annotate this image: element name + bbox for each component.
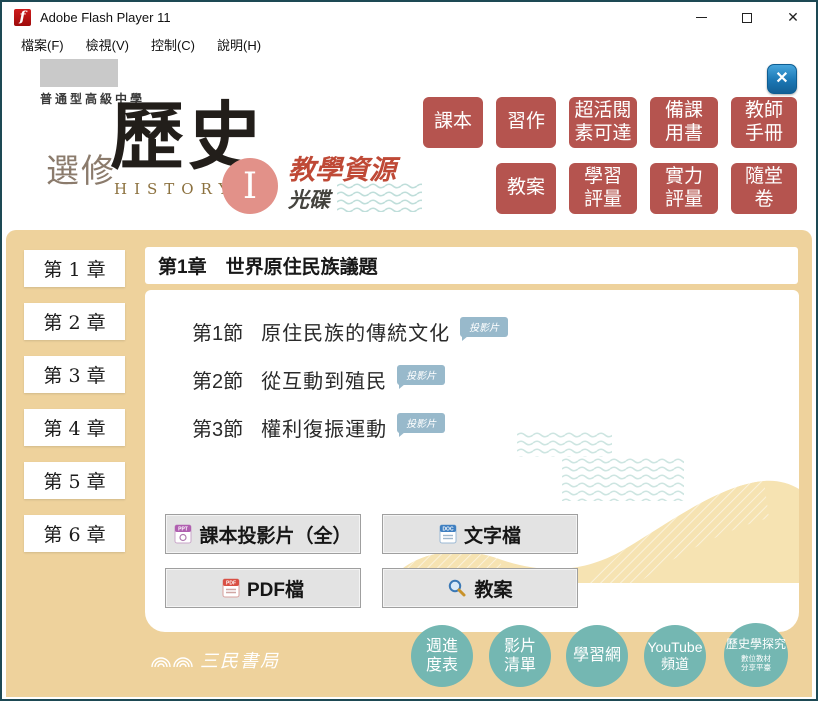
ppt-icon: PPT <box>174 524 192 544</box>
menubar: 檔案(F) 檢視(V) 控制(C) 說明(H) <box>2 33 816 56</box>
sidebar-chapter-3[interactable]: 第 3 章 <box>24 356 125 393</box>
maximize-button[interactable] <box>724 2 770 33</box>
video-list-button[interactable]: 影片 清單 <box>489 625 551 687</box>
volume-badge: I <box>222 158 278 214</box>
teacher-manual-button[interactable]: 教師 手冊 <box>731 97 797 148</box>
waves-decoration <box>337 182 422 212</box>
sidebar-chapter-4[interactable]: 第 4 章 <box>24 409 125 446</box>
section-row-1[interactable]: 第1節 原住民族的傳統文化 投影片 <box>192 316 508 346</box>
file-button-label: PDF檔 <box>247 575 304 602</box>
slides-badge[interactable]: 投影片 <box>397 365 445 385</box>
file-button-label: 課本投影片（全） <box>199 521 351 548</box>
workbook-button[interactable]: 習作 <box>496 97 556 148</box>
chapter-title: 第1章 世界原住民族議題 <box>158 252 378 279</box>
chapter-panel: 第1節 原住民族的傳統文化 投影片 第2節 從互動到殖民 投影片 第3節 權利復… <box>145 290 799 632</box>
menu-help[interactable]: 說明(H) <box>208 33 270 56</box>
flash-icon: f <box>14 9 31 26</box>
window-title: Adobe Flash Player 11 <box>40 10 171 25</box>
sidebar-chapter-2[interactable]: 第 2 章 <box>24 303 125 340</box>
learning-assessment-button[interactable]: 學習 評量 <box>569 163 637 214</box>
sidebar-chapter-1[interactable]: 第 1 章 <box>24 250 125 287</box>
subject-title-english: HISTORY <box>114 180 235 198</box>
section-number: 第1節 <box>192 317 243 346</box>
section-row-3[interactable]: 第3節 權利復振運動 投影片 <box>192 412 508 442</box>
flash-player-window: f Adobe Flash Player 11 ✕ 檔案(F) 檢視(V) 控制… <box>0 0 818 701</box>
quiz-sheet-button[interactable]: 隨堂 卷 <box>731 163 797 214</box>
content-area: 第 1 章 第 2 章 第 3 章 第 4 章 第 5 章 第 6 章 第1章 … <box>6 230 812 697</box>
section-title: 原住民族的傳統文化 <box>261 317 450 346</box>
close-window-button[interactable]: ✕ <box>770 2 816 33</box>
section-title: 權利復振運動 <box>261 413 387 442</box>
publisher-logo-placeholder <box>40 59 118 87</box>
minimize-button[interactable] <box>678 2 724 33</box>
chapter-title-bar: 第1章 世界原住民族議題 <box>145 247 798 284</box>
lesson-plan-button[interactable]: 教案 <box>496 163 556 214</box>
learning-site-button[interactable]: 學習網 <box>566 625 628 687</box>
resource-buttons-row2: 教案 學習 評量 實力 評量 隨堂 卷 <box>423 163 797 214</box>
textbook-button[interactable]: 課本 <box>423 97 483 148</box>
header: 普通型高級中學 選修 歷史 HISTORY I 教學資源 光碟 ✕ 課本 習作 … <box>2 56 816 230</box>
waves-decoration <box>517 431 612 457</box>
circle-subtitle: 數位教材 分享平臺 <box>741 654 771 673</box>
publisher-logo: 三民書局 <box>150 647 280 673</box>
disc-label: 光碟 <box>288 184 330 214</box>
slides-badge[interactable]: 投影片 <box>397 413 445 433</box>
publisher-name: 三民書局 <box>200 647 280 673</box>
window-controls: ✕ <box>678 2 816 33</box>
sidebar-chapter-6[interactable]: 第 6 章 <box>24 515 125 552</box>
textbook-slides-all-button[interactable]: PPT 課本投影片（全） <box>165 514 361 554</box>
youtube-channel-button[interactable]: YouTube 頻道 <box>644 625 706 687</box>
svg-text:PPT: PPT <box>179 527 189 533</box>
menu-view[interactable]: 檢視(V) <box>77 33 138 56</box>
svg-text:DOC: DOC <box>442 527 454 533</box>
search-icon <box>447 578 467 598</box>
section-title: 從互動到殖民 <box>261 365 387 394</box>
slides-badge[interactable]: 投影片 <box>460 317 508 337</box>
section-row-2[interactable]: 第2節 從互動到殖民 投影片 <box>192 364 508 394</box>
doc-icon: DOC <box>439 524 457 544</box>
sidebar-chapter-5[interactable]: 第 5 章 <box>24 462 125 499</box>
ability-assessment-button[interactable]: 實力 評量 <box>650 163 718 214</box>
weekly-schedule-button[interactable]: 週進 度表 <box>411 625 473 687</box>
menu-control[interactable]: 控制(C) <box>142 33 204 56</box>
svg-text:PDF: PDF <box>226 581 236 587</box>
circle-title: 歷史學探究 <box>726 637 786 651</box>
section-list: 第1節 原住民族的傳統文化 投影片 第2節 從互動到殖民 投影片 第3節 權利復… <box>192 316 508 460</box>
resource-buttons: 課本 習作 超活閱 素可達 備課 用書 教師 手冊 教案 學習 評量 實力 評量… <box>423 97 797 229</box>
resource-buttons-row1: 課本 習作 超活閱 素可達 備課 用書 教師 手冊 <box>423 97 797 148</box>
close-icon[interactable]: ✕ <box>767 64 797 94</box>
reading-access-button[interactable]: 超活閱 素可達 <box>569 97 637 148</box>
file-button-label: 文字檔 <box>464 521 521 548</box>
series-label: 選修 <box>46 144 116 192</box>
menu-file[interactable]: 檔案(F) <box>12 33 73 56</box>
sanmin-arcs-icon <box>150 652 194 668</box>
section-number: 第3節 <box>192 413 243 442</box>
history-inquiry-platform-button[interactable]: 歷史學探究 數位教材 分享平臺 <box>724 623 788 687</box>
text-file-button[interactable]: DOC 文字檔 <box>382 514 578 554</box>
file-button-label: 教案 <box>474 575 512 602</box>
titlebar: f Adobe Flash Player 11 ✕ <box>2 2 816 33</box>
pdf-icon: PDF <box>222 578 240 598</box>
section-number: 第2節 <box>192 365 243 394</box>
lesson-plan-file-button[interactable]: 教案 <box>382 568 578 608</box>
pdf-file-button[interactable]: PDF PDF檔 <box>165 568 361 608</box>
lesson-prep-book-button[interactable]: 備課 用書 <box>650 97 718 148</box>
chapter-sidebar: 第 1 章 第 2 章 第 3 章 第 4 章 第 5 章 第 6 章 <box>24 250 125 568</box>
